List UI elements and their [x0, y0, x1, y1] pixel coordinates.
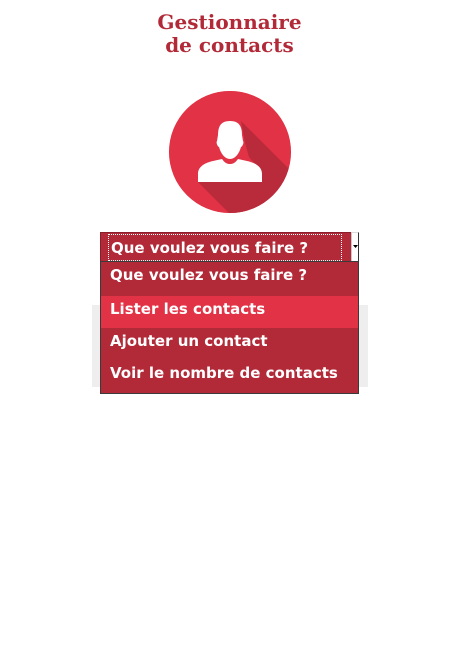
chevron-down-icon: [353, 245, 358, 248]
user-icon: [169, 91, 291, 213]
page-title-line-1: Gestionnaire: [157, 10, 302, 34]
select-current-value: Que voulez vous faire ?: [111, 239, 309, 257]
action-select[interactable]: Que voulez vous faire ?: [100, 232, 351, 263]
select-option[interactable]: Ajouter un contact: [101, 328, 358, 360]
select-option[interactable]: Voir le nombre de contacts: [101, 360, 358, 392]
select-option-highlighted[interactable]: Lister les contacts: [101, 296, 358, 328]
page: Gestionnaire de contacts Que voulez vous…: [0, 0, 465, 667]
avatar: [169, 91, 291, 213]
select-option[interactable]: Que voulez vous faire ?: [101, 262, 358, 294]
select-dropdown-list: Que voulez vous faire ? Lister les conta…: [100, 261, 359, 394]
select-arrow-button[interactable]: [351, 232, 359, 263]
page-title: Gestionnaire de contacts: [0, 11, 459, 57]
page-title-line-2: de contacts: [165, 33, 294, 57]
